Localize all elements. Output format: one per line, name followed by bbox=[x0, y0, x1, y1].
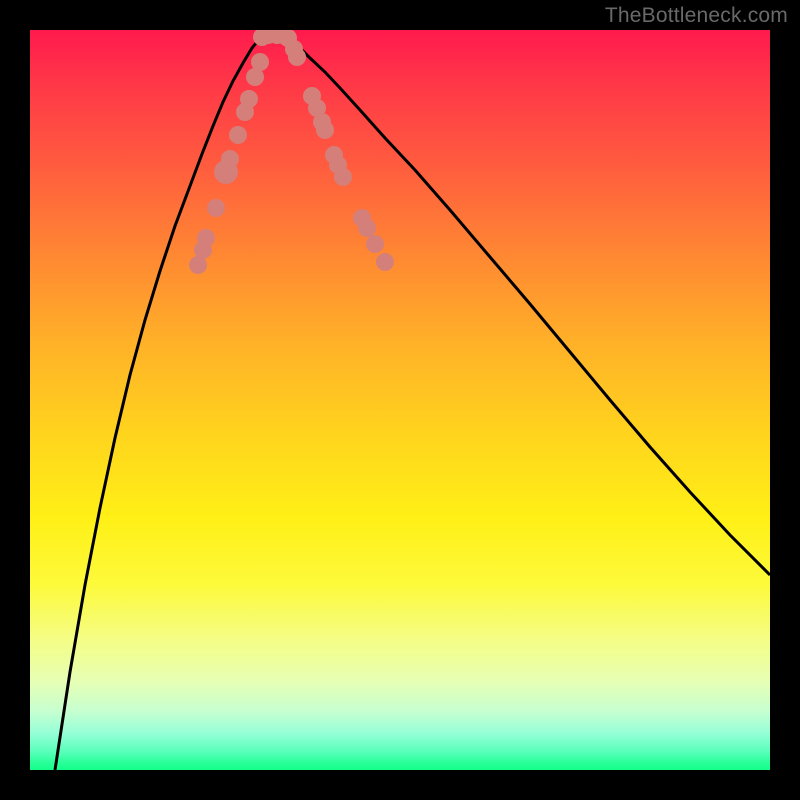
plot-area bbox=[30, 30, 770, 770]
curve-layer bbox=[55, 35, 770, 770]
bottleneck-curve bbox=[55, 35, 770, 770]
highlight-dot bbox=[366, 235, 384, 253]
highlight-dot bbox=[197, 229, 215, 247]
outer-frame: TheBottleneck.com bbox=[0, 0, 800, 800]
highlight-dot bbox=[240, 90, 258, 108]
highlight-dot bbox=[376, 253, 394, 271]
highlight-dot bbox=[334, 168, 352, 186]
highlight-dot bbox=[288, 48, 306, 66]
highlight-dot bbox=[229, 126, 247, 144]
highlight-dot bbox=[358, 219, 376, 237]
highlight-dot bbox=[221, 150, 239, 168]
highlight-dot bbox=[316, 121, 334, 139]
highlight-dot bbox=[207, 199, 225, 217]
chart-svg bbox=[30, 30, 770, 770]
watermark-text: TheBottleneck.com bbox=[605, 4, 788, 28]
dot-layer bbox=[189, 30, 394, 274]
highlight-dot bbox=[251, 53, 269, 71]
